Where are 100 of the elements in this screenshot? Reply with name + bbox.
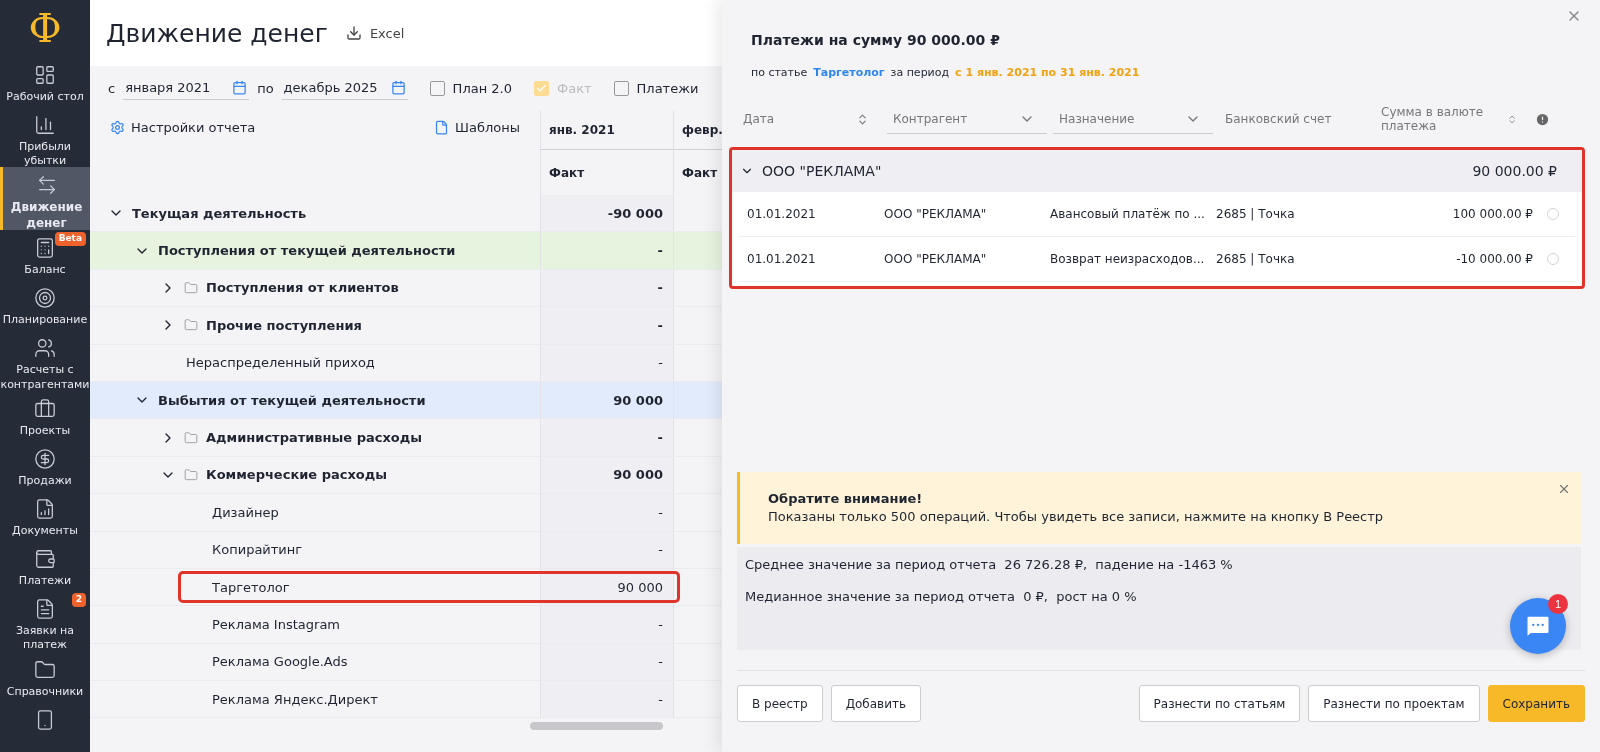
sidebar-label: Движение денег — [9, 200, 84, 232]
value-cell: 90 000 — [540, 456, 673, 494]
badge: Beta — [54, 232, 86, 247]
sidebar-label: Документы — [12, 524, 78, 539]
value-cell: - — [540, 494, 673, 531]
save-button[interactable]: Сохранить — [1487, 685, 1585, 722]
logo: Ф — [27, 4, 63, 54]
value-cell: - — [540, 307, 673, 344]
sidebar-item[interactable]: Планирование — [0, 280, 90, 331]
calculator-icon — [34, 237, 56, 260]
excel-export-button[interactable]: Excel — [345, 25, 405, 41]
row-label: Поступления от клиентов — [206, 280, 399, 296]
date-from-field[interactable]: января 2021 — [123, 76, 250, 100]
row-label: Поступления от текущей деятельности — [158, 243, 456, 259]
date-cell-text: 01.01.2021 — [747, 207, 817, 221]
value-cell: - — [540, 419, 673, 456]
date-to-field[interactable]: декабрь 2025 — [281, 76, 408, 100]
row-label: Копирайтинг — [212, 542, 303, 558]
column-header: Банковский счет — [1224, 111, 1333, 128]
bar-chart-icon — [34, 113, 56, 136]
target-icon — [34, 287, 56, 310]
document-chart-icon — [34, 498, 56, 521]
calendar-icon — [390, 80, 406, 95]
purpose-cell-text: Авансовый платёж по ... — [1050, 207, 1206, 221]
checkbox-label: Факт — [556, 80, 592, 96]
sidebar-label: Баланс — [24, 263, 66, 278]
purpose-cell-text: Возврат неизрасходов... — [1050, 252, 1206, 266]
action-button[interactable]: Разнести по проектам — [1308, 685, 1480, 722]
info-icon[interactable] — [1535, 111, 1550, 127]
group-toggle[interactable]: ООО "РЕКЛАМА" — [740, 163, 882, 179]
file-icon — [434, 120, 450, 135]
value-cell: - — [540, 232, 673, 269]
sidebar-item[interactable]: Справочники — [0, 652, 90, 702]
sidebar-item[interactable]: Рабочий стол — [0, 56, 90, 107]
alert-title: Обратите внимание! — [768, 489, 924, 508]
sidebar-item[interactable]: Продажи — [0, 441, 90, 492]
checkbox-label: Платежи — [636, 80, 699, 96]
account-cell-text: 2685 | Точка — [1216, 252, 1296, 266]
action-button[interactable]: Добавить — [830, 685, 922, 722]
sidebar-item[interactable]: Движение денег — [0, 167, 90, 231]
sidebar-label: Проекты — [19, 424, 71, 439]
value-cell: - — [540, 531, 673, 568]
value-cell: - — [540, 269, 673, 307]
scrollbar-thumb[interactable] — [530, 722, 663, 731]
sidebar-label: Справочники — [6, 685, 84, 700]
column-filter[interactable]: Назначение — [1053, 104, 1213, 134]
amount-cell-text: -10 000.00 ₽ — [1455, 252, 1533, 266]
to-label: по — [257, 80, 274, 96]
sidebar-item[interactable]: Прибыли убытки — [0, 106, 90, 168]
sidebar-label: Прибыли убытки — [17, 139, 73, 169]
checkbox-label: План 2.0 — [452, 80, 512, 96]
column-header: янв. 2021 — [540, 110, 673, 150]
date-cell-text: 01.01.2021 — [747, 252, 817, 266]
folder-icon — [34, 659, 56, 681]
stat-text: Среднее значение за период отчета 26 726.28 ₽, падение на -1463 % — [745, 557, 1234, 572]
value-cell: - — [540, 681, 673, 718]
sidebar-item[interactable]: Расчеты с контрагентами — [0, 330, 90, 392]
amount-cell-text: 100 000.00 ₽ — [1451, 207, 1533, 221]
report-settings-button[interactable]: Настройки отчета — [110, 120, 256, 135]
dollar-icon — [34, 448, 56, 471]
checkbox[interactable] — [613, 80, 629, 96]
action-button[interactable]: В реестр — [737, 685, 823, 722]
radio-button[interactable] — [1547, 208, 1559, 220]
sidebar-item[interactable]: Проекты — [0, 391, 90, 442]
sidebar-item[interactable]: Платежи — [0, 541, 90, 592]
action-button[interactable]: Разнести по статьям — [1138, 685, 1301, 722]
row-label: Прочие поступления — [206, 317, 362, 333]
row-label: Дизайнер — [212, 504, 279, 520]
settings-icon — [110, 120, 125, 135]
column-header[interactable]: Дата — [737, 104, 881, 134]
sidebar-item[interactable]: Документы — [0, 491, 90, 542]
alert-text: Показаны только 500 операций. Чтобы увидеть все записи, нажмите на кнопку В Реестр — [768, 507, 1385, 526]
counterparty-cell-text: ООО "РЕКЛАМА" — [884, 207, 988, 221]
article-label: по статье — [751, 66, 808, 79]
sidebar-item[interactable]: Beta Баланс — [0, 230, 90, 281]
row-label: Таргетолог — [212, 579, 290, 595]
row-label: Выбытия от текущей деятельности — [158, 392, 426, 408]
checkbox[interactable] — [429, 80, 445, 96]
account-cell-text: 2685 | Точка — [1216, 207, 1296, 221]
sidebar-label: Планирование — [2, 313, 88, 328]
sidebar-item[interactable]: 2 Заявки на платеж — [0, 591, 90, 652]
drawer-title: Платежи на сумму 90 000.00 ₽ — [751, 32, 1001, 48]
templates-button[interactable]: Шаблоны — [434, 120, 520, 135]
people-icon — [34, 337, 56, 360]
sidebar-label: Рабочий стол — [6, 89, 84, 104]
radio-button[interactable] — [1547, 253, 1559, 265]
row-label: Реклама Google.Ads — [212, 654, 348, 670]
badge: 2 — [71, 593, 86, 607]
row-label: Реклама Яндекс.Директ — [212, 691, 378, 707]
sort-icon — [856, 112, 869, 126]
row-label: Текущая деятельность — [132, 205, 307, 221]
value-cell: - — [540, 344, 673, 381]
value-cell: - — [540, 606, 673, 643]
value-cell: -90 000 — [540, 195, 673, 232]
check-icon — [535, 82, 547, 94]
row-label: Нераспределенный приход — [186, 355, 375, 371]
column-filter[interactable]: Контрагент — [887, 104, 1047, 134]
column-header[interactable]: Сумма в валюте платежа — [1375, 104, 1529, 134]
row-label: Административные расходы — [206, 430, 422, 446]
period-label: за период — [890, 66, 950, 79]
